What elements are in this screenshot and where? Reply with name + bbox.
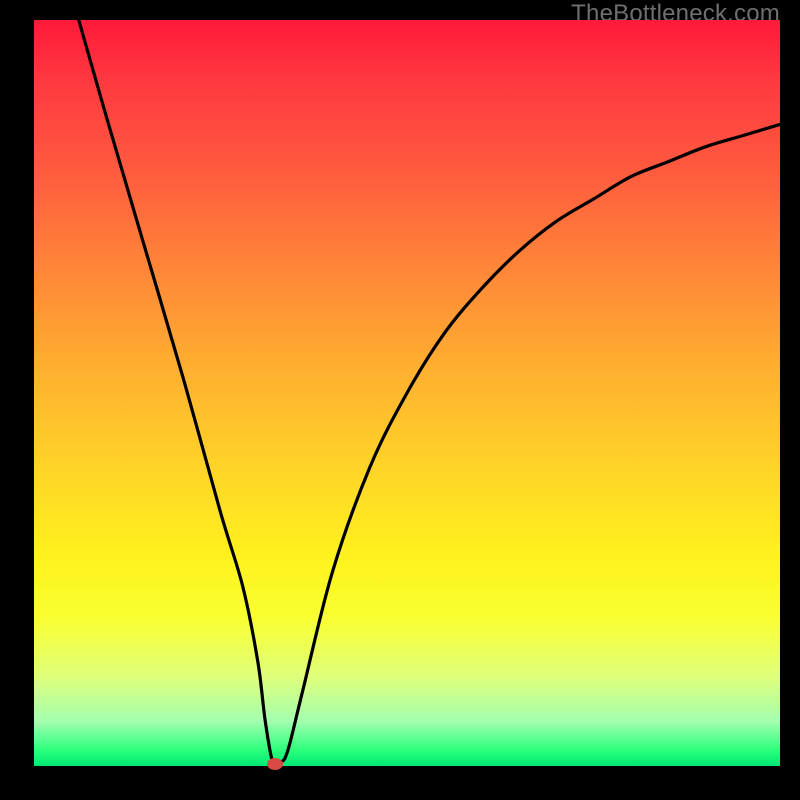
chart-container: TheBottleneck.com bbox=[0, 0, 800, 800]
optimum-marker bbox=[267, 758, 283, 770]
plot-area bbox=[34, 20, 780, 766]
curve-svg bbox=[34, 20, 780, 766]
bottleneck-curve-path bbox=[79, 20, 780, 766]
